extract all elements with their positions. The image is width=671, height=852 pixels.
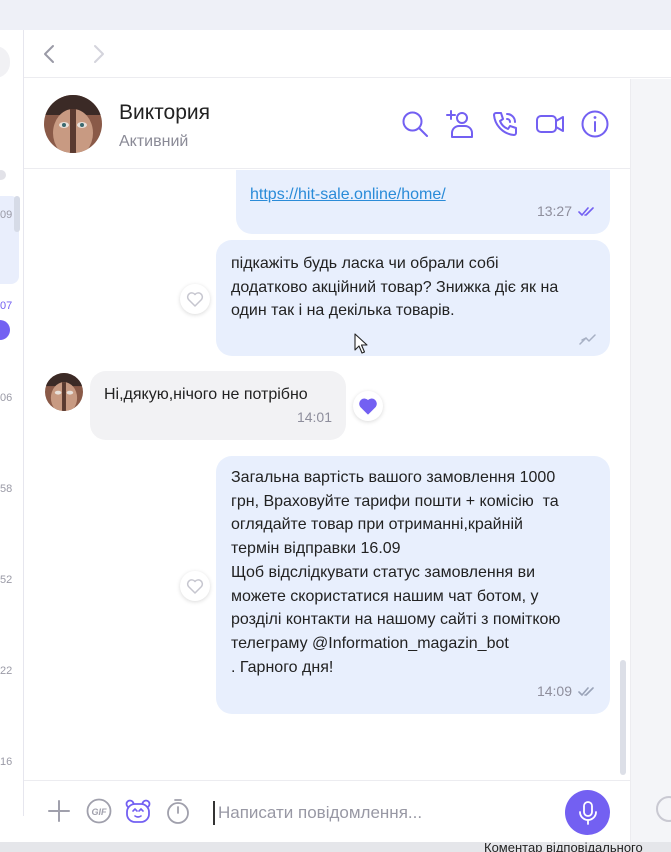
timer-icon[interactable] [164, 797, 192, 825]
sticker-icon[interactable] [124, 797, 152, 825]
message-text: підкажіть будь ласка чи обрали собі дода… [231, 255, 559, 320]
delivered-arrow-icon [579, 334, 596, 345]
window-top-strip [0, 0, 671, 30]
search-icon[interactable] [400, 109, 430, 139]
mouse-cursor-icon [354, 333, 368, 354]
message-bubble-incoming[interactable]: Ні,дякую,нічого не потрібно 14:01 [90, 371, 346, 440]
messages-area: https://hit-sale.online/home/ 13:27 підк… [24, 170, 630, 780]
add-contact-icon[interactable] [445, 109, 475, 139]
message-meta [578, 334, 596, 346]
forward-arrow-icon[interactable] [86, 42, 110, 66]
message-bubble-outgoing[interactable]: Загальна вартість вашого замовлення 1000… [216, 456, 610, 714]
chat-list-time: 06 [0, 392, 13, 404]
microphone-icon [578, 800, 597, 825]
heart-outline-icon [186, 292, 204, 307]
voice-message-button[interactable] [565, 790, 610, 835]
plus-icon[interactable] [45, 797, 73, 825]
chat-list-scrollbar[interactable] [14, 196, 20, 232]
message-meta: 13:27 [537, 200, 596, 224]
message-text: Загальна вартість вашого замовлення 1000… [231, 469, 561, 676]
messages-scrollbar[interactable] [620, 660, 626, 775]
responsible-comment-label: Коментар відповідального [484, 840, 643, 852]
navigation-bar [24, 30, 671, 78]
like-button[interactable] [180, 284, 210, 314]
like-button[interactable] [353, 391, 383, 421]
contact-avatar-small[interactable] [45, 373, 83, 411]
call-icon[interactable] [490, 109, 520, 139]
chat-list-time: 16 [0, 756, 13, 768]
chat-list-time: 07 [0, 300, 13, 312]
message-time: 14:01 [296, 409, 332, 426]
chat-list-sidebar: 09 07 06 58 52 22 16 [0, 30, 24, 816]
chat-list-time: 09 [0, 209, 13, 221]
text-caret [213, 801, 215, 825]
svg-text:GIF: GIF [92, 807, 108, 817]
message-input[interactable] [218, 798, 548, 828]
message-bubble-outgoing[interactable]: підкажіть будь ласка чи обрали собі дода… [216, 240, 610, 356]
chat-list-indicator [0, 170, 6, 180]
read-double-check-icon [578, 207, 594, 216]
info-icon[interactable] [580, 109, 610, 139]
contact-avatar[interactable] [44, 95, 102, 153]
contact-status: Активний [119, 133, 189, 150]
chat-list-time: 22 [0, 665, 13, 677]
chat-list-search-pill[interactable] [0, 46, 10, 78]
message-composer: GIF [24, 780, 630, 842]
read-double-check-icon [578, 687, 594, 696]
back-arrow-icon[interactable] [38, 42, 62, 66]
heart-outline-icon [186, 579, 204, 594]
message-meta: 14:01 [297, 406, 332, 430]
right-side-panel [630, 79, 671, 852]
message-meta: 14:09 [537, 680, 596, 704]
gif-icon[interactable]: GIF [85, 797, 113, 825]
chat-list-time: 58 [0, 483, 13, 495]
like-button[interactable] [180, 571, 210, 601]
unread-badge [0, 320, 10, 340]
message-time: 14:09 [536, 683, 572, 700]
video-call-icon[interactable] [535, 109, 565, 139]
message-link[interactable]: https://hit-sale.online/home/ [250, 183, 446, 207]
chat-list-time: 52 [0, 574, 13, 586]
message-text: Ні,дякую,нічого не потрібно [104, 386, 308, 403]
message-bubble-outgoing[interactable]: https://hit-sale.online/home/ 13:27 [236, 170, 610, 234]
heart-filled-icon [359, 398, 377, 415]
chat-header: Виктория Активний [24, 79, 630, 169]
contact-name[interactable]: Виктория [119, 101, 210, 125]
message-time: 13:27 [536, 203, 572, 220]
